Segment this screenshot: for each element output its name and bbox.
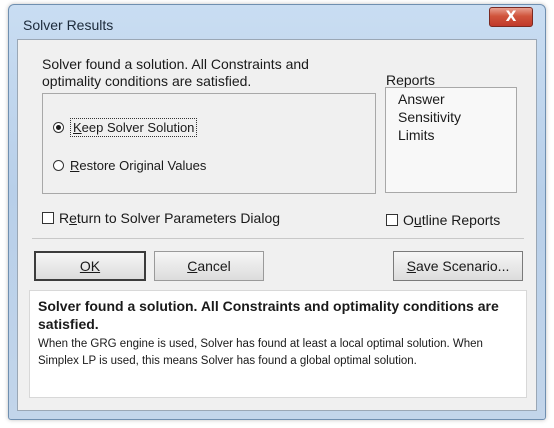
- return-to-parameters-label: Return to Solver Parameters Dialog: [59, 210, 280, 226]
- report-item-limits[interactable]: Limits: [398, 126, 516, 144]
- dialog-body: Solver found a solution. All Constraints…: [17, 39, 537, 411]
- return-label-post: turn to Solver Parameters Dialog: [76, 210, 281, 226]
- restore-original-values-option[interactable]: Restore Original Values: [53, 158, 206, 173]
- info-panel: Solver found a solution. All Constraints…: [29, 290, 527, 398]
- keep-solution-accelerator: K: [73, 120, 82, 135]
- save-scenario-label: Save Scenario...: [407, 258, 510, 274]
- return-to-parameters-option[interactable]: Return to Solver Parameters Dialog: [42, 210, 280, 226]
- return-to-parameters-checkbox[interactable]: [42, 212, 54, 224]
- outline-reports-checkbox[interactable]: [386, 214, 398, 226]
- ok-button[interactable]: OK: [34, 251, 146, 281]
- restore-values-label: Restore Original Values: [70, 158, 206, 173]
- keep-solution-label-rest: eep Solver Solution: [81, 120, 195, 135]
- outline-reports-option[interactable]: Outline Reports: [386, 212, 500, 228]
- info-body: When the GRG engine is used, Solver has …: [38, 338, 483, 367]
- divider: [32, 238, 524, 239]
- cancel-button-label: Cancel: [187, 258, 231, 274]
- solution-options-group: Keep Solver Solution Restore Original Va…: [42, 93, 376, 194]
- outline-reports-label: Outline Reports: [403, 212, 500, 228]
- outline-label-pre: O: [403, 212, 414, 228]
- restore-values-radio[interactable]: [53, 160, 64, 171]
- report-item-answer[interactable]: Answer: [398, 90, 516, 108]
- keep-solution-radio[interactable]: [53, 122, 64, 133]
- title-bar[interactable]: Solver Results X: [9, 5, 545, 41]
- keep-solution-label: Keep Solver Solution: [70, 118, 198, 137]
- solver-results-window: Solver Results X Solver found a solution…: [8, 4, 546, 420]
- cancel-button[interactable]: Cancel: [154, 251, 264, 281]
- save-scenario-accelerator: S: [406, 258, 416, 274]
- restore-values-accelerator: R: [70, 158, 80, 173]
- return-label-accelerator: e: [69, 210, 77, 226]
- save-scenario-label-rest: ave Scenario...: [415, 258, 510, 274]
- save-scenario-button[interactable]: Save Scenario...: [393, 251, 523, 281]
- ok-button-label: OK: [79, 258, 101, 274]
- reports-listbox[interactable]: Answer Sensitivity Limits: [385, 87, 517, 193]
- report-item-sensitivity[interactable]: Sensitivity: [398, 108, 516, 126]
- close-button[interactable]: X: [489, 7, 533, 27]
- close-icon: X: [505, 9, 517, 25]
- outline-label-accelerator: u: [413, 212, 422, 228]
- info-heading: Solver found a solution. All Constraints…: [38, 298, 499, 332]
- keep-solver-solution-option[interactable]: Keep Solver Solution: [53, 118, 198, 137]
- reports-heading: Reports: [386, 72, 436, 88]
- window-title: Solver Results: [23, 17, 114, 33]
- restore-values-label-rest: estore Original Values: [79, 158, 207, 173]
- cancel-accelerator: C: [187, 258, 198, 274]
- return-label-pre: R: [59, 210, 70, 226]
- result-message: Solver found a solution. All Constraints…: [42, 56, 309, 89]
- outline-label-post: tline Reports: [421, 212, 501, 228]
- cancel-label-rest: ancel: [197, 258, 231, 274]
